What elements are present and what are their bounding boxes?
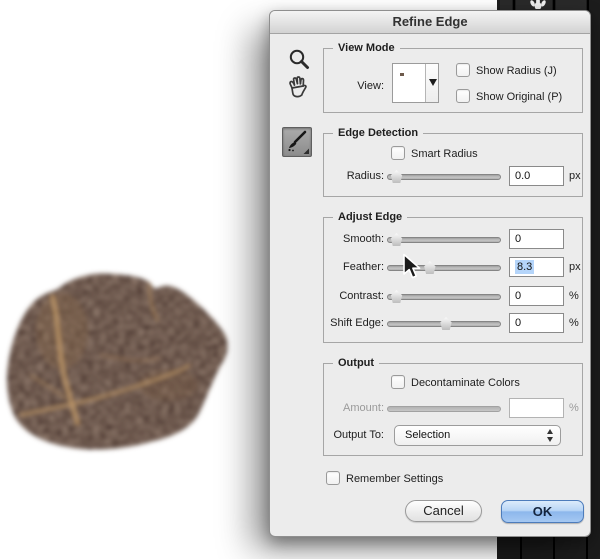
radius-value-field[interactable]: 0.0: [509, 166, 564, 186]
shift-edge-slider-track[interactable]: [387, 321, 501, 327]
edge-detection-title: Edge Detection: [333, 126, 423, 141]
dialog-title: Refine Edge: [270, 11, 590, 33]
remember-settings-checkbox[interactable]: [326, 471, 340, 485]
decontaminate-colors-label: Decontaminate Colors: [411, 377, 520, 389]
shift-edge-value-field[interactable]: 0: [509, 313, 564, 333]
feather-value-selected: 8.3: [515, 260, 534, 274]
dock-divider: [553, 537, 555, 559]
radius-label: Radius:: [280, 166, 384, 187]
adjust-edge-title: Adjust Edge: [333, 210, 407, 225]
contrast-value: 0: [515, 290, 521, 302]
cancel-button[interactable]: Cancel: [405, 500, 482, 522]
feather-unit: px: [569, 257, 581, 278]
view-thumbnail: [400, 73, 404, 76]
hand-panel-icon[interactable]: [528, 0, 548, 9]
smooth-slider-track[interactable]: [387, 237, 501, 243]
feather-slider-row: Feather: 8.3 px: [270, 257, 592, 278]
chevron-down-icon: [429, 79, 437, 86]
show-radius-label: Show Radius (J): [476, 65, 557, 77]
view-label: View:: [280, 80, 384, 92]
output-to-dropdown[interactable]: Selection: [394, 425, 561, 446]
contrast-label: Contrast:: [280, 286, 384, 307]
show-radius-checkbox[interactable]: [456, 63, 470, 77]
amount-slider-row: Amount: %: [270, 398, 592, 419]
refine-edge-dialog: Refine Edge: [269, 10, 591, 537]
shift-edge-slider-thumb[interactable]: [440, 317, 453, 330]
output-to-row: Output To: Selection: [270, 425, 592, 446]
dock-button[interactable]: [500, 0, 512, 10]
ok-button[interactable]: OK: [501, 500, 584, 523]
radius-slider-row: Radius: 0.0 px: [270, 166, 592, 187]
mouse-cursor: [399, 252, 425, 282]
remember-settings-label: Remember Settings: [346, 473, 443, 485]
shift-edge-unit: %: [569, 313, 579, 334]
amount-slider-track: [387, 406, 501, 412]
contrast-unit: %: [569, 286, 579, 307]
dock-button[interactable]: [556, 0, 586, 10]
feather-value-field[interactable]: 8.3: [509, 257, 564, 277]
output-to-label: Output To:: [280, 425, 384, 446]
amount-unit: %: [569, 398, 579, 419]
dock-divider: [587, 0, 589, 10]
show-original-checkbox[interactable]: [456, 89, 470, 103]
smooth-slider-thumb[interactable]: [390, 233, 403, 246]
edge-detection-group: Edge Detection: [323, 133, 583, 197]
radius-slider-track[interactable]: [387, 174, 501, 180]
smooth-value-field[interactable]: 0: [509, 229, 564, 249]
smooth-slider-row: Smooth: 0: [270, 229, 592, 250]
radius-slider-thumb[interactable]: [390, 170, 403, 183]
screenshot-root: Refine Edge: [0, 0, 600, 559]
decontaminate-colors-checkbox[interactable]: [391, 375, 405, 389]
amount-label: Amount:: [280, 398, 384, 419]
feather-slider-thumb[interactable]: [423, 261, 436, 274]
brush-icon: [283, 128, 311, 156]
dialog-titlebar[interactable]: Refine Edge: [270, 11, 590, 34]
radius-unit: px: [569, 166, 581, 187]
zoom-tool-icon[interactable]: [287, 48, 311, 72]
shift-edge-value: 0: [515, 317, 521, 329]
dock-divider: [513, 0, 515, 10]
radius-value: 0.0: [515, 170, 530, 182]
output-to-value: Selection: [405, 429, 450, 441]
feather-label: Feather:: [280, 257, 384, 278]
refine-radius-tool-button[interactable]: [282, 127, 312, 157]
smooth-label: Smooth:: [280, 229, 384, 250]
dock-divider: [553, 0, 555, 10]
contrast-slider-row: Contrast: 0 %: [270, 286, 592, 307]
dock-divider: [520, 537, 522, 559]
smooth-value: 0: [515, 233, 521, 245]
smart-radius-label: Smart Radius: [411, 148, 478, 160]
dropdown-stepper-icon: [547, 429, 553, 442]
output-title: Output: [333, 356, 379, 371]
rock-image: [0, 265, 248, 470]
amount-value-field: [509, 398, 564, 418]
dock-divider: [586, 537, 588, 559]
contrast-slider-thumb[interactable]: [390, 290, 403, 303]
view-dropdown[interactable]: [392, 63, 439, 103]
smart-radius-checkbox[interactable]: [391, 146, 405, 160]
show-original-label: Show Original (P): [476, 91, 562, 103]
view-mode-title: View Mode: [333, 41, 400, 56]
shift-edge-slider-row: Shift Edge: 0 %: [270, 313, 592, 334]
shift-edge-label: Shift Edge:: [280, 313, 384, 334]
contrast-slider-track[interactable]: [387, 294, 501, 300]
contrast-value-field[interactable]: 0: [509, 286, 564, 306]
view-dropdown-arrow-strip[interactable]: [425, 64, 438, 102]
